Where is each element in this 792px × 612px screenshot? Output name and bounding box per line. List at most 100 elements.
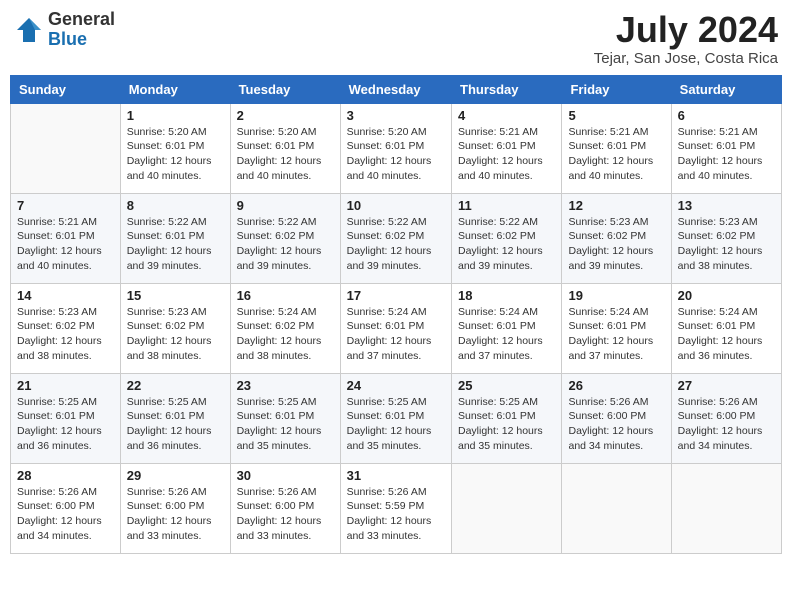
calendar-cell: 13 Sunrise: 5:23 AMSunset: 6:02 PMDayligh… bbox=[671, 193, 781, 283]
calendar-cell: 1 Sunrise: 5:20 AMSunset: 6:01 PMDaylight… bbox=[120, 103, 230, 193]
calendar-week-row: 1 Sunrise: 5:20 AMSunset: 6:01 PMDaylight… bbox=[11, 103, 782, 193]
weekday-header: Thursday bbox=[452, 75, 562, 103]
day-number: 14 bbox=[17, 288, 114, 303]
calendar-cell: 26 Sunrise: 5:26 AMSunset: 6:00 PMDayligh… bbox=[562, 373, 671, 463]
calendar-cell: 12Sunrise: 5:23 AMSunset: 6:02 PMDayligh… bbox=[562, 193, 671, 283]
day-number: 27 bbox=[678, 378, 775, 393]
calendar-cell: 11 Sunrise: 5:22 AMSunset: 6:02 PMDayligh… bbox=[452, 193, 562, 283]
calendar-cell: 8 Sunrise: 5:22 AMSunset: 6:01 PMDaylight… bbox=[120, 193, 230, 283]
day-info: Sunrise: 5:22 AMSunset: 6:02 PMDaylight:… bbox=[237, 215, 334, 274]
day-info: Sunrise: 5:25 AMSunset: 6:01 PMDaylight:… bbox=[17, 395, 114, 454]
day-number: 16 bbox=[237, 288, 334, 303]
calendar-week-row: 21 Sunrise: 5:25 AMSunset: 6:01 PMDayligh… bbox=[11, 373, 782, 463]
day-info: Sunrise: 5:23 AMSunset: 6:02 PMDaylight:… bbox=[568, 215, 664, 274]
calendar-cell: 27 Sunrise: 5:26 AMSunset: 6:00 PMDayligh… bbox=[671, 373, 781, 463]
day-info: Sunrise: 5:22 AMSunset: 6:02 PMDaylight:… bbox=[347, 215, 445, 274]
day-number: 1 bbox=[127, 108, 224, 123]
day-number: 4 bbox=[458, 108, 555, 123]
day-info: Sunrise: 5:20 AMSunset: 6:01 PMDaylight:… bbox=[347, 125, 445, 184]
day-number: 2 bbox=[237, 108, 334, 123]
calendar-cell: 6Sunrise: 5:21 AMSunset: 6:01 PMDaylight… bbox=[671, 103, 781, 193]
day-info: Sunrise: 5:24 AMSunset: 6:02 PMDaylight:… bbox=[237, 305, 334, 364]
calendar-table: SundayMondayTuesdayWednesdayThursdayFrid… bbox=[10, 75, 782, 554]
calendar-cell: 25 Sunrise: 5:25 AMSunset: 6:01 PMDayligh… bbox=[452, 373, 562, 463]
calendar-cell: 3Sunrise: 5:20 AMSunset: 6:01 PMDaylight… bbox=[340, 103, 451, 193]
day-info: Sunrise: 5:21 AMSunset: 6:01 PMDaylight:… bbox=[17, 215, 114, 274]
day-info: Sunrise: 5:21 AMSunset: 6:01 PMDaylight:… bbox=[568, 125, 664, 184]
page-header: General Blue July 2024 Tejar, San Jose, … bbox=[10, 10, 782, 67]
logo-blue: Blue bbox=[48, 30, 115, 50]
day-number: 17 bbox=[347, 288, 445, 303]
calendar-cell bbox=[11, 103, 121, 193]
logo-icon bbox=[14, 15, 44, 45]
day-info: Sunrise: 5:21 AMSunset: 6:01 PMDaylight:… bbox=[458, 125, 555, 184]
day-number: 5 bbox=[568, 108, 664, 123]
calendar-cell: 15 Sunrise: 5:23 AMSunset: 6:02 PMDayligh… bbox=[120, 283, 230, 373]
calendar-cell bbox=[562, 463, 671, 553]
day-info: Sunrise: 5:20 AMSunset: 6:01 PMDaylight:… bbox=[127, 125, 224, 184]
day-number: 15 bbox=[127, 288, 224, 303]
day-info: Sunrise: 5:22 AMSunset: 6:01 PMDaylight:… bbox=[127, 215, 224, 274]
day-info: Sunrise: 5:25 AMSunset: 6:01 PMDaylight:… bbox=[237, 395, 334, 454]
day-info: Sunrise: 5:24 AMSunset: 6:01 PMDaylight:… bbox=[347, 305, 445, 364]
calendar-week-row: 7 Sunrise: 5:21 AMSunset: 6:01 PMDaylight… bbox=[11, 193, 782, 283]
calendar-cell: 24 Sunrise: 5:25 AMSunset: 6:01 PMDayligh… bbox=[340, 373, 451, 463]
calendar-cell: 10Sunrise: 5:22 AMSunset: 6:02 PMDayligh… bbox=[340, 193, 451, 283]
calendar-cell: 18 Sunrise: 5:24 AMSunset: 6:01 PMDayligh… bbox=[452, 283, 562, 373]
weekday-header: Saturday bbox=[671, 75, 781, 103]
calendar-cell: 17 Sunrise: 5:24 AMSunset: 6:01 PMDayligh… bbox=[340, 283, 451, 373]
day-number: 8 bbox=[127, 198, 224, 213]
day-info: Sunrise: 5:23 AMSunset: 6:02 PMDaylight:… bbox=[127, 305, 224, 364]
day-info: Sunrise: 5:25 AMSunset: 6:01 PMDaylight:… bbox=[458, 395, 555, 454]
day-info: Sunrise: 5:26 AMSunset: 5:59 PMDaylight:… bbox=[347, 485, 445, 544]
day-info: Sunrise: 5:20 AMSunset: 6:01 PMDaylight:… bbox=[237, 125, 334, 184]
calendar-cell: 14Sunrise: 5:23 AMSunset: 6:02 PMDayligh… bbox=[11, 283, 121, 373]
day-number: 23 bbox=[237, 378, 334, 393]
day-info: Sunrise: 5:25 AMSunset: 6:01 PMDaylight:… bbox=[127, 395, 224, 454]
day-info: Sunrise: 5:24 AMSunset: 6:01 PMDaylight:… bbox=[568, 305, 664, 364]
calendar-week-row: 28Sunrise: 5:26 AMSunset: 6:00 PMDayligh… bbox=[11, 463, 782, 553]
logo-general: General bbox=[48, 10, 115, 30]
day-info: Sunrise: 5:24 AMSunset: 6:01 PMDaylight:… bbox=[678, 305, 775, 364]
day-number: 19 bbox=[568, 288, 664, 303]
day-info: Sunrise: 5:25 AMSunset: 6:01 PMDaylight:… bbox=[347, 395, 445, 454]
location: Tejar, San Jose, Costa Rica bbox=[594, 50, 778, 67]
calendar-cell: 7 Sunrise: 5:21 AMSunset: 6:01 PMDaylight… bbox=[11, 193, 121, 283]
calendar-week-row: 14 Sunrise: 5:23 AMSunset: 6:02 PMDayligh… bbox=[11, 283, 782, 373]
calendar-cell: 23 Sunrise: 5:25 AMSunset: 6:01 PMDayligh… bbox=[230, 373, 340, 463]
day-info: Sunrise: 5:26 AMSunset: 6:00 PMDaylight:… bbox=[568, 395, 664, 454]
calendar-cell: 28Sunrise: 5:26 AMSunset: 6:00 PMDayligh… bbox=[11, 463, 121, 553]
calendar-cell: 4 Sunrise: 5:21 AMSunset: 6:01 PMDaylight… bbox=[452, 103, 562, 193]
calendar-cell: 2 Sunrise: 5:20 AMSunset: 6:01 PMDaylight… bbox=[230, 103, 340, 193]
day-number: 11 bbox=[458, 198, 555, 213]
calendar-cell: 30Sunrise: 5:26 AMSunset: 6:00 PMDayligh… bbox=[230, 463, 340, 553]
calendar-cell: 16 Sunrise: 5:24 AMSunset: 6:02 PMDayligh… bbox=[230, 283, 340, 373]
calendar-cell bbox=[452, 463, 562, 553]
day-number: 26 bbox=[568, 378, 664, 393]
calendar-cell: 5 Sunrise: 5:21 AMSunset: 6:01 PMDaylight… bbox=[562, 103, 671, 193]
day-info: Sunrise: 5:23 AMSunset: 6:02 PMDaylight:… bbox=[678, 215, 775, 274]
day-info: Sunrise: 5:21 AMSunset: 6:01 PMDaylight:… bbox=[678, 125, 775, 184]
day-number: 24 bbox=[347, 378, 445, 393]
weekday-header: Monday bbox=[120, 75, 230, 103]
day-number: 21 bbox=[17, 378, 114, 393]
weekday-header-row: SundayMondayTuesdayWednesdayThursdayFrid… bbox=[11, 75, 782, 103]
calendar-cell: 29Sunrise: 5:26 AMSunset: 6:00 PMDayligh… bbox=[120, 463, 230, 553]
day-number: 13 bbox=[678, 198, 775, 213]
calendar-cell: 20Sunrise: 5:24 AMSunset: 6:01 PMDayligh… bbox=[671, 283, 781, 373]
day-number: 28 bbox=[17, 468, 114, 483]
day-number: 30 bbox=[237, 468, 334, 483]
day-info: Sunrise: 5:26 AMSunset: 6:00 PMDaylight:… bbox=[678, 395, 775, 454]
day-number: 25 bbox=[458, 378, 555, 393]
weekday-header: Wednesday bbox=[340, 75, 451, 103]
calendar-cell bbox=[671, 463, 781, 553]
calendar-cell: 21 Sunrise: 5:25 AMSunset: 6:01 PMDayligh… bbox=[11, 373, 121, 463]
day-number: 9 bbox=[237, 198, 334, 213]
calendar-cell: 31Sunrise: 5:26 AMSunset: 5:59 PMDayligh… bbox=[340, 463, 451, 553]
title-section: July 2024 Tejar, San Jose, Costa Rica bbox=[594, 10, 778, 67]
day-info: Sunrise: 5:22 AMSunset: 6:02 PMDaylight:… bbox=[458, 215, 555, 274]
day-info: Sunrise: 5:24 AMSunset: 6:01 PMDaylight:… bbox=[458, 305, 555, 364]
day-number: 7 bbox=[17, 198, 114, 213]
day-number: 29 bbox=[127, 468, 224, 483]
day-number: 18 bbox=[458, 288, 555, 303]
